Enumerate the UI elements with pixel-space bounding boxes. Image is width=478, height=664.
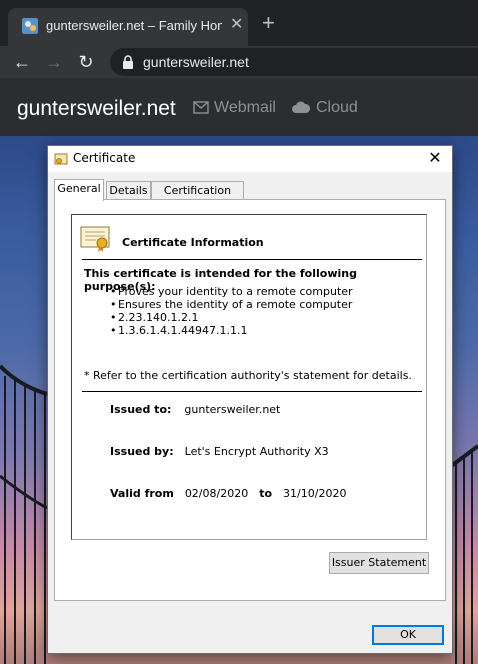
browser-tab[interactable]: guntersweiler.net – Family Home ✕: [8, 8, 248, 46]
ok-button[interactable]: OK: [372, 625, 444, 645]
tab-title: guntersweiler.net – Family Home: [46, 18, 222, 33]
site-header: guntersweiler.net Webmail Cloud: [0, 78, 478, 136]
certificate-icon: [80, 226, 110, 252]
valid-to-label: to: [259, 487, 273, 500]
tab-strip: guntersweiler.net – Family Home ✕ +: [0, 0, 478, 46]
tab-details[interactable]: Details: [106, 181, 151, 200]
purpose-list: • Proves your identity to a remote comput…: [110, 285, 353, 337]
validity-row: Valid from 02/08/2020 to 31/10/2020: [110, 487, 346, 500]
issued-by-row: Issued by: Let's Encrypt Authority X3: [110, 445, 329, 458]
close-icon[interactable]: ✕: [418, 147, 452, 171]
nav-cloud[interactable]: Cloud: [291, 99, 358, 117]
refer-note: * Refer to the certification authority's…: [84, 369, 412, 382]
nav-webmail[interactable]: Webmail: [193, 99, 276, 117]
certificate-info-box: Certificate Information This certificate…: [71, 214, 427, 540]
browser-toolbar: ← → ↻ guntersweiler.net: [0, 46, 478, 78]
address-bar[interactable]: guntersweiler.net: [110, 48, 478, 76]
list-item: • Ensures the identity of a remote comput…: [110, 298, 353, 311]
issuer-statement-button[interactable]: Issuer Statement: [329, 552, 429, 574]
lock-icon: [123, 55, 133, 69]
nav-webmail-label: Webmail: [214, 99, 276, 116]
valid-from-label: Valid from: [110, 487, 174, 500]
valid-from-value: 02/08/2020: [184, 487, 249, 500]
certificate-icon: [54, 153, 68, 165]
nav-cloud-label: Cloud: [316, 99, 358, 116]
valid-to-value: 31/10/2020: [283, 487, 347, 500]
dialog-titlebar[interactable]: Certificate ✕: [48, 146, 452, 172]
plus-icon[interactable]: +: [262, 12, 275, 34]
close-icon[interactable]: ✕: [230, 17, 243, 33]
site-brand[interactable]: guntersweiler.net: [17, 97, 176, 121]
list-item: • Proves your identity to a remote comput…: [110, 285, 353, 298]
tab-certification-path[interactable]: Certification Path: [151, 181, 244, 215]
tab-general[interactable]: General: [54, 179, 104, 201]
envelope-icon: [193, 101, 209, 114]
general-panel: Certificate Information This certificate…: [54, 199, 446, 601]
issued-by-label: Issued by:: [110, 445, 174, 458]
divider: [82, 259, 422, 260]
reload-icon[interactable]: ↻: [74, 50, 98, 74]
site-favicon-icon: [22, 18, 38, 34]
arrow-right-icon[interactable]: →: [42, 50, 66, 74]
divider: [82, 391, 422, 392]
list-item: • 1.3.6.1.4.1.44947.1.1.1: [110, 324, 248, 337]
dialog-title: Certificate: [73, 151, 136, 165]
arrow-left-icon[interactable]: ←: [10, 50, 34, 74]
list-item: • 2.23.140.1.2.1: [110, 311, 199, 324]
issued-to-value: guntersweiler.net: [184, 403, 281, 416]
issued-to-label: Issued to:: [110, 403, 172, 416]
url-text: guntersweiler.net: [143, 54, 249, 70]
cloud-icon: [292, 101, 311, 113]
issued-to-row: Issued to: guntersweiler.net: [110, 403, 280, 416]
issued-by-value: Let's Encrypt Authority X3: [184, 445, 329, 458]
certificate-heading: Certificate Information: [122, 236, 264, 249]
certificate-dialog: Certificate ✕ General Details Certificat…: [47, 145, 453, 654]
